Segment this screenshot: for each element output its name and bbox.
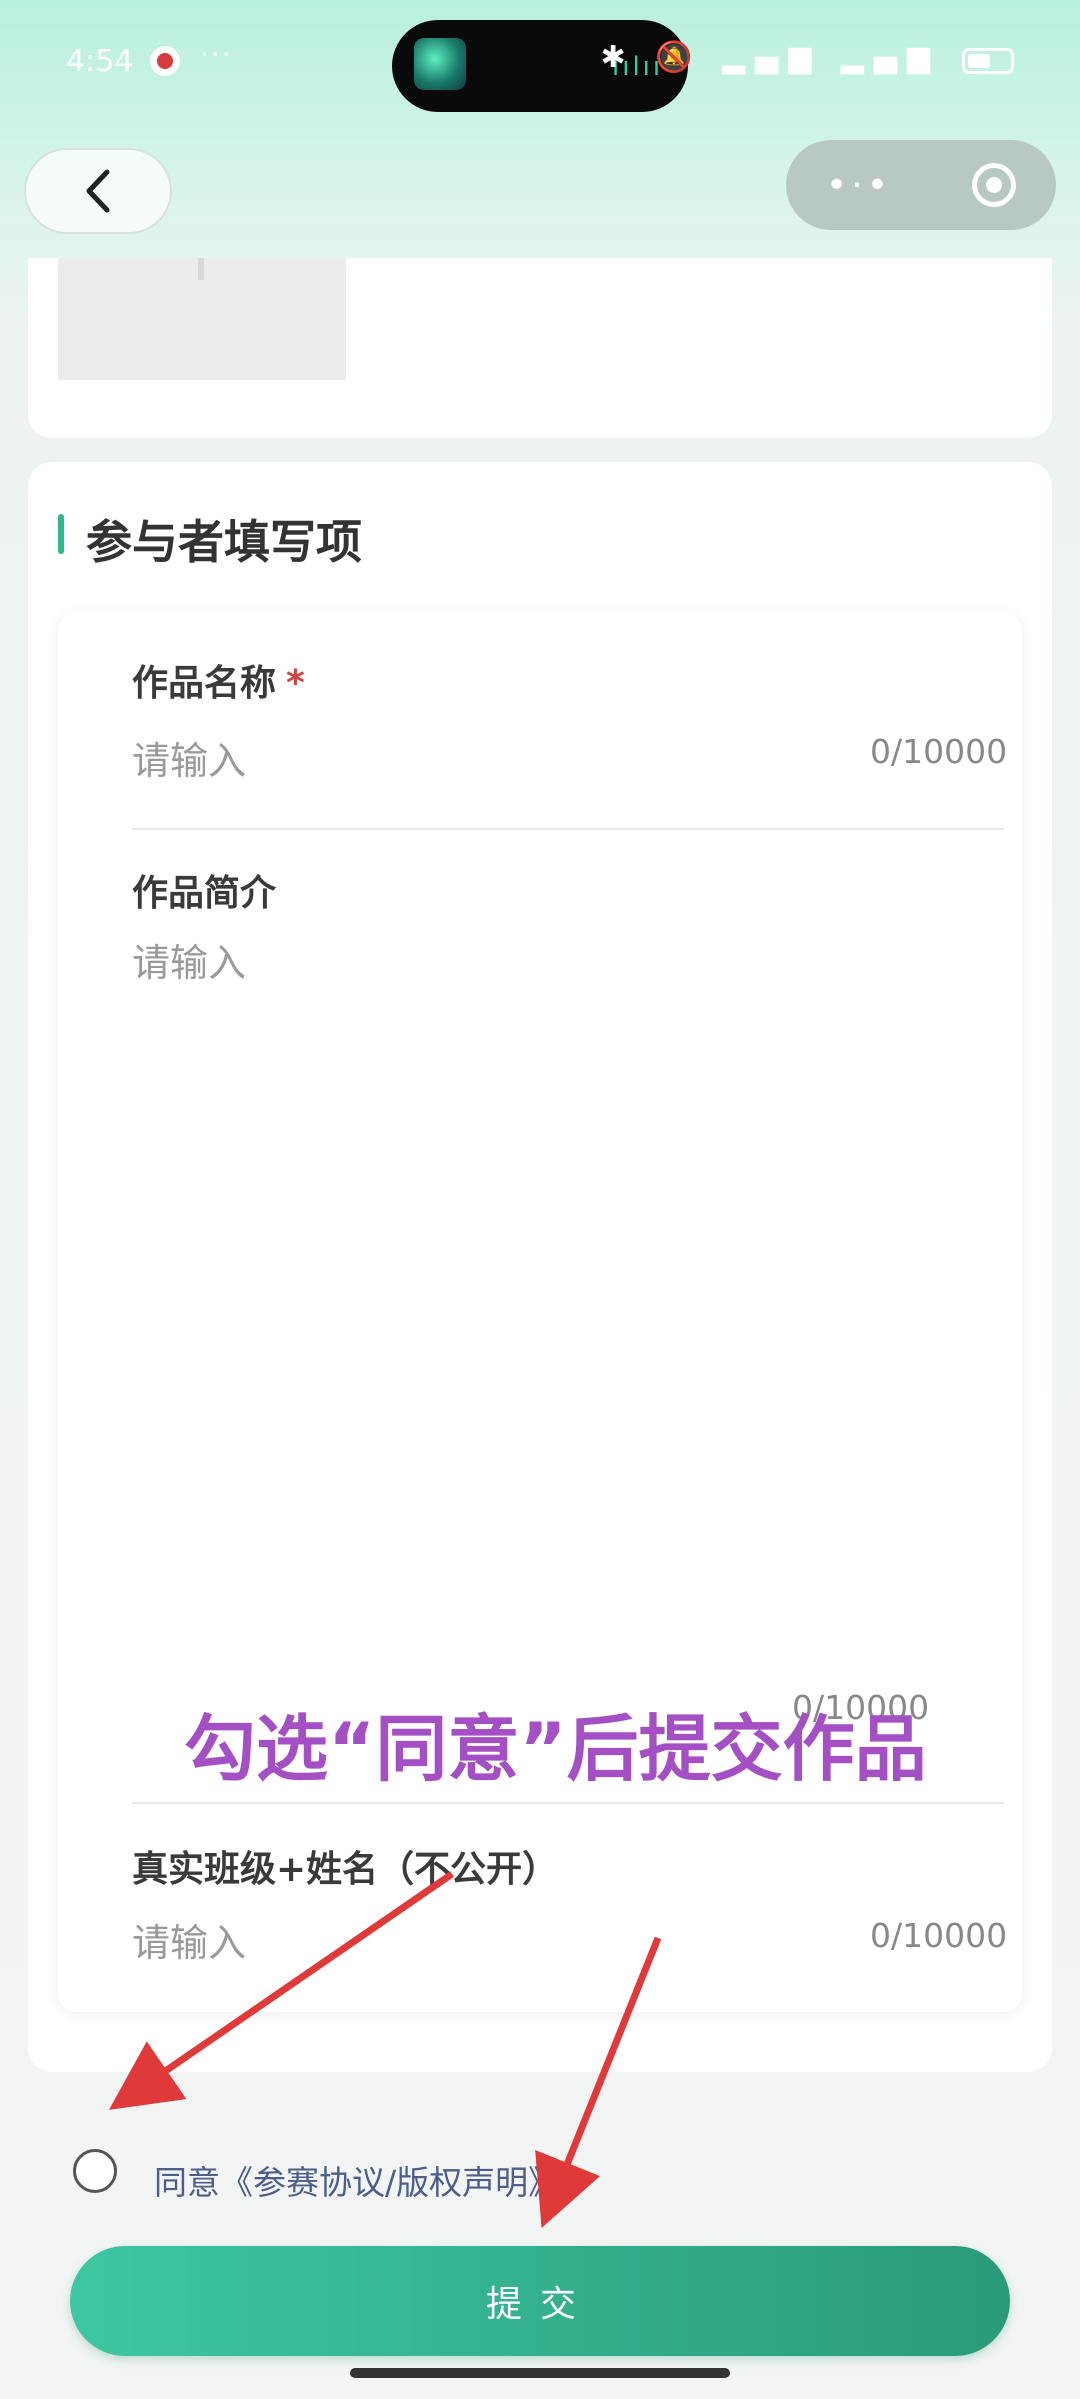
music-artwork-icon [414,38,466,90]
section-title: 参与者填写项 [86,515,362,569]
close-target-icon[interactable] [971,163,1016,207]
class-name-input[interactable]: 请输入 [132,1912,246,1967]
work-intro-textarea[interactable]: 请输入 [132,932,992,1492]
participant-form-card: 参与者填写项 作品名称 * 请输入 0/10000 作品简介 请输入 0/1000… [28,462,1052,2072]
annotation-text: 勾选“同意”后提交作品 [184,1707,927,1791]
work-name-counter: 0/10000 [870,732,1008,771]
submit-label: 提交 [485,2284,594,2325]
required-mark: * [286,663,305,704]
previous-card [28,258,1052,438]
home-indicator [350,2368,730,2378]
status-time: 4:54 [66,44,134,79]
section-accent-bar [58,514,64,554]
class-name-counter: 0/10000 [870,1916,1008,1955]
status-bar: 4:54 ··· ıılıı ✱ 🔕 ▂▄▆ ▂▄▆ [0,0,1080,130]
field-label-class-name: 真实班级+姓名（不公开） [132,1849,559,1890]
divider [132,1802,1004,1804]
back-button[interactable] [24,148,172,234]
chevron-left-icon [86,169,110,213]
image-thumbnail [58,258,346,380]
form-fields: 作品名称 * 请输入 0/10000 作品简介 请输入 0/10000 真实班级+… [58,612,1022,2012]
more-menu-button[interactable]: •·• [826,165,892,206]
divider [132,828,1004,830]
work-name-input[interactable]: 请输入 [132,730,246,785]
more-notifications-icon: ··· [200,38,233,71]
submit-button[interactable]: 提交 [70,2246,1010,2356]
field-label-work-intro: 作品简介 [132,873,277,914]
battery-icon [962,48,1014,74]
notification-app-icon [150,46,180,76]
agreement-radio[interactable] [73,2149,117,2193]
system-icons: ✱ 🔕 ▂▄▆ ▂▄▆ [600,40,940,75]
field-label-work-name: 作品名称 * [132,663,305,704]
miniprogram-capsule: •·• [786,140,1056,230]
agreement-link[interactable]: 同意《参赛协议/版权声明》 [154,2156,561,2204]
